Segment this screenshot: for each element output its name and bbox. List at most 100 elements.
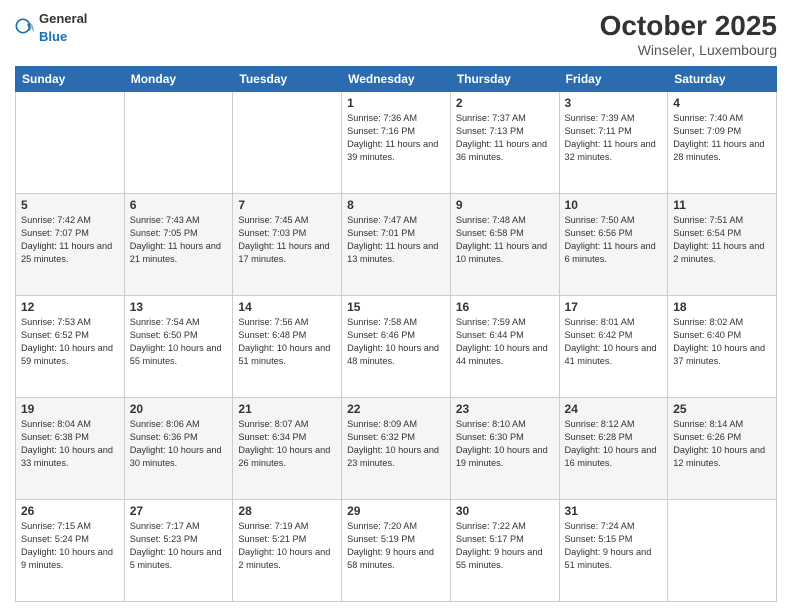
day-number: 21 (238, 402, 336, 416)
day-number: 20 (130, 402, 228, 416)
cell-week3-day6: 18 Sunrise: 8:02 AMSunset: 6:40 PMDayligh… (668, 296, 777, 398)
cell-week1-day5: 3 Sunrise: 7:39 AMSunset: 7:11 PMDaylight… (559, 92, 668, 194)
cell-week5-day6 (668, 500, 777, 602)
day-number: 29 (347, 504, 445, 518)
week-row-2: 5Sunrise: 7:42 AMSunset: 7:07 PMDaylight… (16, 194, 777, 296)
location: Winseler, Luxembourg (600, 42, 777, 58)
week-row-1: 1 Sunrise: 7:36 AMSunset: 7:16 PMDaylight… (16, 92, 777, 194)
cell-week2-day0: 5Sunrise: 7:42 AMSunset: 7:07 PMDaylight… (16, 194, 125, 296)
day-number: 10 (565, 198, 663, 212)
title-section: October 2025 Winseler, Luxembourg (600, 10, 777, 58)
logo-general: General (39, 11, 87, 26)
cell-week4-day6: 25Sunrise: 8:14 AMSunset: 6:26 PMDayligh… (668, 398, 777, 500)
day-number: 8 (347, 198, 445, 212)
cell-week1-day4: 2 Sunrise: 7:37 AMSunset: 7:13 PMDaylight… (450, 92, 559, 194)
day-info: Sunrise: 7:19 AMSunset: 5:21 PMDaylight:… (238, 520, 336, 572)
col-sunday: Sunday (16, 67, 125, 92)
day-number: 11 (673, 198, 771, 212)
day-info: Sunrise: 7:37 AMSunset: 7:13 PMDaylight:… (456, 112, 554, 164)
col-tuesday: Tuesday (233, 67, 342, 92)
day-info: Sunrise: 8:12 AMSunset: 6:28 PMDaylight:… (565, 418, 663, 470)
day-info: Sunrise: 7:22 AMSunset: 5:17 PMDaylight:… (456, 520, 554, 572)
day-number: 26 (21, 504, 119, 518)
day-info: Sunrise: 7:47 AMSunset: 7:01 PMDaylight:… (347, 214, 445, 266)
day-info: Sunrise: 8:02 AMSunset: 6:40 PMDaylight:… (673, 316, 771, 368)
day-number: 15 (347, 300, 445, 314)
day-number: 27 (130, 504, 228, 518)
day-number: 31 (565, 504, 663, 518)
day-info: Sunrise: 7:36 AMSunset: 7:16 PMDaylight:… (347, 112, 445, 164)
calendar-table: Sunday Monday Tuesday Wednesday Thursday… (15, 66, 777, 602)
day-number: 17 (565, 300, 663, 314)
day-number: 2 (456, 96, 554, 110)
col-thursday: Thursday (450, 67, 559, 92)
cell-week4-day4: 23 Sunrise: 8:10 AMSunset: 6:30 PMDayligh… (450, 398, 559, 500)
day-info: Sunrise: 7:54 AMSunset: 6:50 PMDaylight:… (130, 316, 228, 368)
cell-week3-day0: 12Sunrise: 7:53 AMSunset: 6:52 PMDayligh… (16, 296, 125, 398)
cell-week4-day2: 21 Sunrise: 8:07 AMSunset: 6:34 PMDayligh… (233, 398, 342, 500)
col-friday: Friday (559, 67, 668, 92)
logo-icon (15, 18, 35, 38)
day-number: 13 (130, 300, 228, 314)
day-info: Sunrise: 7:20 AMSunset: 5:19 PMDaylight:… (347, 520, 445, 572)
cell-week3-day1: 13 Sunrise: 7:54 AMSunset: 6:50 PMDayligh… (124, 296, 233, 398)
day-info: Sunrise: 7:17 AMSunset: 5:23 PMDaylight:… (130, 520, 228, 572)
cell-week1-day2 (233, 92, 342, 194)
header: General Blue October 2025 Winseler, Luxe… (15, 10, 777, 58)
day-info: Sunrise: 7:56 AMSunset: 6:48 PMDaylight:… (238, 316, 336, 368)
cell-week3-day2: 14 Sunrise: 7:56 AMSunset: 6:48 PMDayligh… (233, 296, 342, 398)
day-info: Sunrise: 7:51 AMSunset: 6:54 PMDaylight:… (673, 214, 771, 266)
calendar-header-row: Sunday Monday Tuesday Wednesday Thursday… (16, 67, 777, 92)
day-number: 23 (456, 402, 554, 416)
day-number: 28 (238, 504, 336, 518)
cell-week2-day6: 11 Sunrise: 7:51 AMSunset: 6:54 PMDayligh… (668, 194, 777, 296)
day-number: 22 (347, 402, 445, 416)
logo-text: General Blue (39, 10, 87, 46)
day-info: Sunrise: 8:04 AMSunset: 6:38 PMDaylight:… (21, 418, 119, 470)
day-info: Sunrise: 7:45 AMSunset: 7:03 PMDaylight:… (238, 214, 336, 266)
week-row-5: 26Sunrise: 7:15 AMSunset: 5:24 PMDayligh… (16, 500, 777, 602)
day-info: Sunrise: 8:09 AMSunset: 6:32 PMDaylight:… (347, 418, 445, 470)
day-info: Sunrise: 7:58 AMSunset: 6:46 PMDaylight:… (347, 316, 445, 368)
cell-week4-day0: 19Sunrise: 8:04 AMSunset: 6:38 PMDayligh… (16, 398, 125, 500)
day-number: 24 (565, 402, 663, 416)
day-info: Sunrise: 8:07 AMSunset: 6:34 PMDaylight:… (238, 418, 336, 470)
cell-week1-day1 (124, 92, 233, 194)
col-saturday: Saturday (668, 67, 777, 92)
cell-week3-day3: 15 Sunrise: 7:58 AMSunset: 6:46 PMDayligh… (342, 296, 451, 398)
week-row-4: 19Sunrise: 8:04 AMSunset: 6:38 PMDayligh… (16, 398, 777, 500)
day-number: 18 (673, 300, 771, 314)
logo-blue: Blue (39, 29, 67, 44)
cell-week1-day0 (16, 92, 125, 194)
page: General Blue October 2025 Winseler, Luxe… (0, 0, 792, 612)
day-info: Sunrise: 7:43 AMSunset: 7:05 PMDaylight:… (130, 214, 228, 266)
col-wednesday: Wednesday (342, 67, 451, 92)
day-number: 14 (238, 300, 336, 314)
day-info: Sunrise: 8:01 AMSunset: 6:42 PMDaylight:… (565, 316, 663, 368)
cell-week2-day5: 10 Sunrise: 7:50 AMSunset: 6:56 PMDayligh… (559, 194, 668, 296)
cell-week4-day5: 24 Sunrise: 8:12 AMSunset: 6:28 PMDayligh… (559, 398, 668, 500)
day-info: Sunrise: 7:48 AMSunset: 6:58 PMDaylight:… (456, 214, 554, 266)
day-info: Sunrise: 8:06 AMSunset: 6:36 PMDaylight:… (130, 418, 228, 470)
cell-week5-day5: 31 Sunrise: 7:24 AMSunset: 5:15 PMDayligh… (559, 500, 668, 602)
logo: General Blue (15, 10, 87, 46)
day-info: Sunrise: 7:40 AMSunset: 7:09 PMDaylight:… (673, 112, 771, 164)
day-info: Sunrise: 8:10 AMSunset: 6:30 PMDaylight:… (456, 418, 554, 470)
day-number: 1 (347, 96, 445, 110)
cell-week3-day4: 16Sunrise: 7:59 AMSunset: 6:44 PMDayligh… (450, 296, 559, 398)
day-number: 5 (21, 198, 119, 212)
cell-week4-day1: 20 Sunrise: 8:06 AMSunset: 6:36 PMDayligh… (124, 398, 233, 500)
day-number: 3 (565, 96, 663, 110)
day-info: Sunrise: 7:50 AMSunset: 6:56 PMDaylight:… (565, 214, 663, 266)
cell-week1-day3: 1 Sunrise: 7:36 AMSunset: 7:16 PMDaylight… (342, 92, 451, 194)
cell-week2-day4: 9Sunrise: 7:48 AMSunset: 6:58 PMDaylight… (450, 194, 559, 296)
cell-week5-day2: 28 Sunrise: 7:19 AMSunset: 5:21 PMDayligh… (233, 500, 342, 602)
cell-week4-day3: 22 Sunrise: 8:09 AMSunset: 6:32 PMDayligh… (342, 398, 451, 500)
day-info: Sunrise: 7:24 AMSunset: 5:15 PMDaylight:… (565, 520, 663, 572)
day-number: 4 (673, 96, 771, 110)
cell-week2-day2: 7Sunrise: 7:45 AMSunset: 7:03 PMDaylight… (233, 194, 342, 296)
cell-week5-day0: 26Sunrise: 7:15 AMSunset: 5:24 PMDayligh… (16, 500, 125, 602)
cell-week3-day5: 17 Sunrise: 8:01 AMSunset: 6:42 PMDayligh… (559, 296, 668, 398)
cell-week5-day1: 27 Sunrise: 7:17 AMSunset: 5:23 PMDayligh… (124, 500, 233, 602)
day-info: Sunrise: 7:39 AMSunset: 7:11 PMDaylight:… (565, 112, 663, 164)
